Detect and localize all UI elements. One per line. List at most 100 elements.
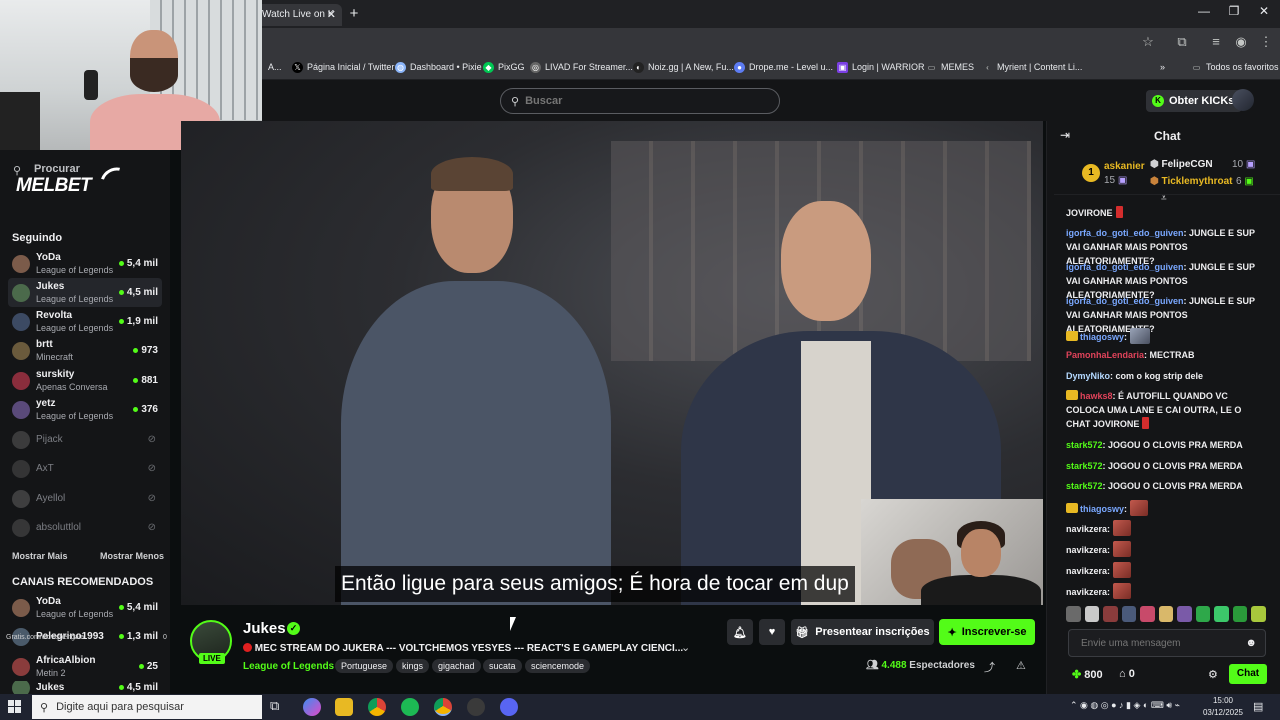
profile-icon[interactable]: ◉ (1233, 34, 1249, 50)
subscribe-button[interactable]: ✦ Inscrever-se (939, 619, 1035, 645)
chat-username[interactable]: thiagoswy (1080, 504, 1124, 514)
copilot-icon[interactable] (303, 698, 321, 716)
windows-start-icon[interactable] (8, 700, 22, 714)
emote-icon[interactable] (1195, 606, 1211, 622)
report-icon[interactable]: ⚠ (1016, 659, 1026, 672)
chat-username[interactable]: navikzera (1066, 545, 1107, 555)
chat-username[interactable]: igorfa_do_goti_edo_guiven (1066, 262, 1184, 272)
gift-count[interactable]: ⌂ 0 (1119, 668, 1135, 680)
chat-username[interactable]: igorfa_do_goti_edo_guiven (1066, 296, 1184, 306)
bookmark-item[interactable]: ◆ PixGG (483, 60, 525, 74)
bookmarks-overflow-icon[interactable]: » (1160, 60, 1165, 74)
bookmark-item[interactable]: ● Drope.me - Level u... (734, 60, 833, 74)
leaderboard-user[interactable]: ⬢ Ticklemythroat (1150, 176, 1232, 187)
discord-icon[interactable] (500, 698, 518, 716)
sidebar-channel-surskity[interactable]: surskity Apenas Conversa 881 (8, 366, 162, 395)
bookmark-item[interactable]: ▭ MEMES (926, 60, 974, 74)
chat-username[interactable]: igorfa_do_goti_edo_guiven (1066, 228, 1184, 238)
obs-icon[interactable] (467, 698, 485, 716)
emote-icon[interactable] (1066, 606, 1081, 622)
chat-username[interactable]: DymyNiko (1066, 371, 1110, 381)
sidebar-channel-brtt[interactable]: brtt Minecraft 973 (8, 336, 162, 365)
show-less-link[interactable]: Mostrar Menos (100, 551, 164, 561)
search-box[interactable]: ⚲ (500, 88, 780, 114)
follow-heart-button[interactable]: ♥ (759, 619, 785, 645)
restore-icon[interactable]: ❐ (1224, 4, 1244, 18)
chat-username[interactable]: navikzera (1066, 524, 1107, 534)
tag-chip[interactable]: kings (396, 659, 430, 673)
notification-bell-button[interactable]: 🔔︎ (727, 619, 753, 645)
tag-chip[interactable]: Portuguese (335, 659, 394, 673)
sidebar-channel-pijack[interactable]: Pijack ⊘ (8, 425, 162, 454)
notification-icon[interactable]: ▤ (1253, 700, 1263, 713)
sidebar-channel-yetz[interactable]: yetz League of Legends 376 (8, 395, 162, 424)
bookmark-item[interactable]: A... (268, 60, 282, 74)
search-input[interactable] (525, 95, 756, 107)
leaderboard-user[interactable]: ⬢ FelipeCGN (1150, 159, 1213, 170)
emote-icon[interactable] (1158, 606, 1174, 622)
chrome-icon[interactable] (368, 698, 386, 716)
sidebar-recommended-yoda[interactable]: YoDa League of Legends 5,4 mil (8, 593, 162, 622)
send-chat-button[interactable]: Chat (1229, 664, 1267, 684)
streamer-name[interactable]: Jukes (243, 620, 286, 637)
chat-username[interactable]: thiagoswy (1080, 332, 1124, 342)
show-more-link[interactable]: Mostrar Mais (12, 551, 68, 561)
media-controls-icon[interactable]: ≡ (1208, 34, 1224, 49)
bookmark-item[interactable]: 𝕏 Página Inicial / Twitter (292, 60, 394, 74)
chat-username[interactable]: stark572 (1066, 440, 1103, 450)
sidebar-recommended-jukes[interactable]: Jukes 4,5 mil (8, 681, 162, 694)
menu-icon[interactable]: ⋮ (1258, 34, 1274, 50)
tag-chip[interactable]: sucata (483, 659, 522, 673)
sidebar-channel-revolta[interactable]: Revolta League of Legends 1,9 mil (8, 307, 162, 336)
taskbar-search[interactable]: ⚲ Digite aqui para pesquisar (32, 695, 262, 719)
chat-input-box[interactable]: ☻ (1068, 629, 1266, 657)
gift-subs-button[interactable]: 🎁︎ Presentear inscrições (791, 619, 934, 645)
bookmark-item[interactable]: ◐ Noiz.gg | A New, Fu... (633, 60, 734, 74)
sidebar-channel-yoda[interactable]: YoDa League of Legends 5,4 mil (8, 249, 162, 278)
sidebar-channel-axt[interactable]: AxT ⊘ (8, 454, 162, 483)
gear-icon[interactable]: ⚙ (1208, 668, 1218, 681)
bookmark-item[interactable]: ‹ Myrient | Content Li... (982, 60, 1082, 74)
sidebar-channel-ayellol[interactable]: Ayellol ⊘ (8, 484, 162, 513)
sidebar-channel-absoluttlol[interactable]: absoluttlol ⊘ (8, 513, 162, 542)
chat-username[interactable]: navikzera (1066, 566, 1107, 576)
bookmark-star-icon[interactable]: ☆ (1140, 34, 1156, 50)
emote-icon[interactable] (1103, 606, 1118, 622)
file-explorer-icon[interactable] (335, 698, 353, 716)
chat-username[interactable]: PamonhaLendaria (1066, 350, 1144, 360)
emoji-icon[interactable]: ☻ (1245, 637, 1257, 649)
bookmark-item[interactable]: ◎ LIVAD For Streamer... (530, 60, 633, 74)
spotify-icon[interactable] (401, 698, 419, 716)
emote-icon[interactable] (1251, 606, 1267, 622)
chat-username[interactable]: navikzera (1066, 587, 1107, 597)
chat-input[interactable] (1081, 637, 1241, 649)
get-kicks-button[interactable]: K Obter KICKs (1146, 90, 1243, 112)
extensions-icon[interactable]: ⧉ (1174, 34, 1190, 50)
system-tray[interactable]: ⌃ ◉ ◍ ◎ ● ♪ ▮ ◈ ◐ ⌨ 🔊︎ ⌁ (1070, 700, 1180, 711)
chrome-active-icon[interactable] (434, 698, 452, 716)
chevron-down-icon[interactable]: ⌄ (681, 641, 690, 654)
chat-username[interactable]: stark572 (1066, 481, 1103, 491)
sidebar-channel-jukes[interactable]: Jukes League of Legends 4,5 mil (8, 278, 162, 307)
new-tab-icon[interactable]: + (346, 5, 362, 22)
emote-icon[interactable] (1084, 606, 1100, 622)
taskbar-clock[interactable]: 15:00 03/12/2025 (1198, 695, 1248, 719)
sidebar-recommended-africaalbion[interactable]: AfricaAlbion Metin 2 25 (8, 652, 162, 681)
share-icon[interactable]: ⤴ (984, 659, 995, 675)
all-bookmarks-button[interactable]: ▭ Todos os favoritos (1191, 60, 1279, 74)
close-tab-icon[interactable]: ✕ (327, 4, 336, 26)
close-window-icon[interactable]: ✕ (1254, 4, 1274, 18)
task-view-icon[interactable]: ⧉ (270, 698, 288, 716)
tag-chip[interactable]: sciencemode (525, 659, 591, 673)
browser-tab[interactable]: Watch Live on K ✕ (256, 4, 342, 26)
user-avatar[interactable] (1232, 89, 1254, 111)
emote-icon[interactable] (1214, 606, 1229, 622)
bookmark-item[interactable]: ◍ Dashboard • Pixie (395, 60, 482, 74)
bookmark-item[interactable]: ▣ Login | WARRIOR (837, 60, 925, 74)
leaderboard-user[interactable]: askanier (1104, 161, 1145, 172)
emote-icon[interactable] (1121, 606, 1137, 622)
minimize-icon[interactable]: — (1194, 4, 1214, 18)
leaderboard-collapse-icon[interactable]: ⩡ (1161, 193, 1167, 204)
emote-icon[interactable] (1177, 606, 1192, 622)
stream-category-link[interactable]: League of Legends (243, 661, 334, 672)
